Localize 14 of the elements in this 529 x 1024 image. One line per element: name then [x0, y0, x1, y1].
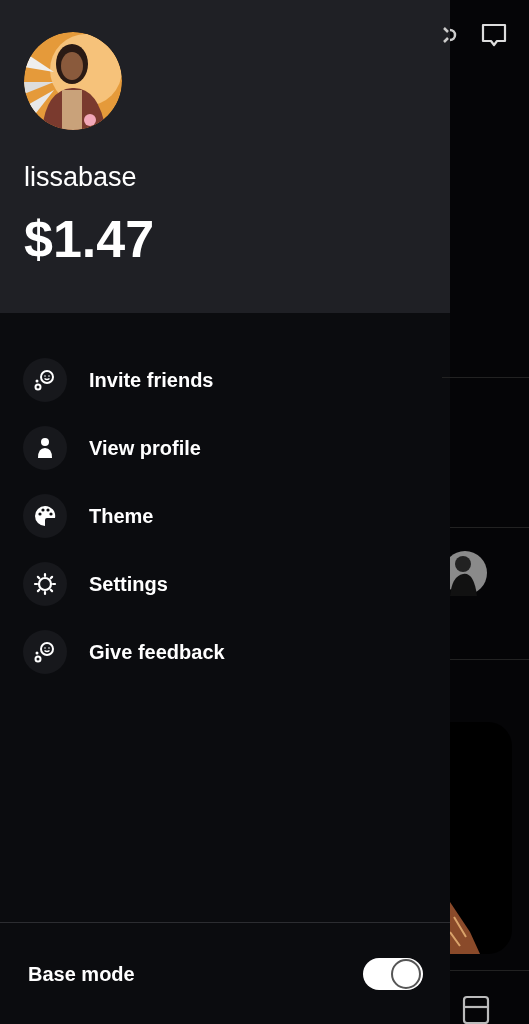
username: lissabase — [24, 164, 138, 191]
menu-item[interactable]: Invite friends — [0, 346, 450, 414]
balance: $1.47 — [24, 213, 156, 265]
smiley-icon — [33, 640, 57, 664]
window-icon[interactable] — [462, 995, 490, 1024]
menu-item[interactable]: View profile — [0, 414, 450, 482]
toggle-switch[interactable] — [363, 957, 423, 990]
menu-item[interactable]: Give feedback — [0, 618, 450, 686]
smiley-icon — [33, 368, 57, 392]
base-mode-label: Base mode — [28, 961, 135, 987]
menu-item[interactable]: Settings — [0, 550, 450, 618]
settings-icon — [33, 572, 57, 596]
menu-item[interactable]: Theme — [0, 482, 450, 550]
palette-icon — [33, 504, 57, 528]
